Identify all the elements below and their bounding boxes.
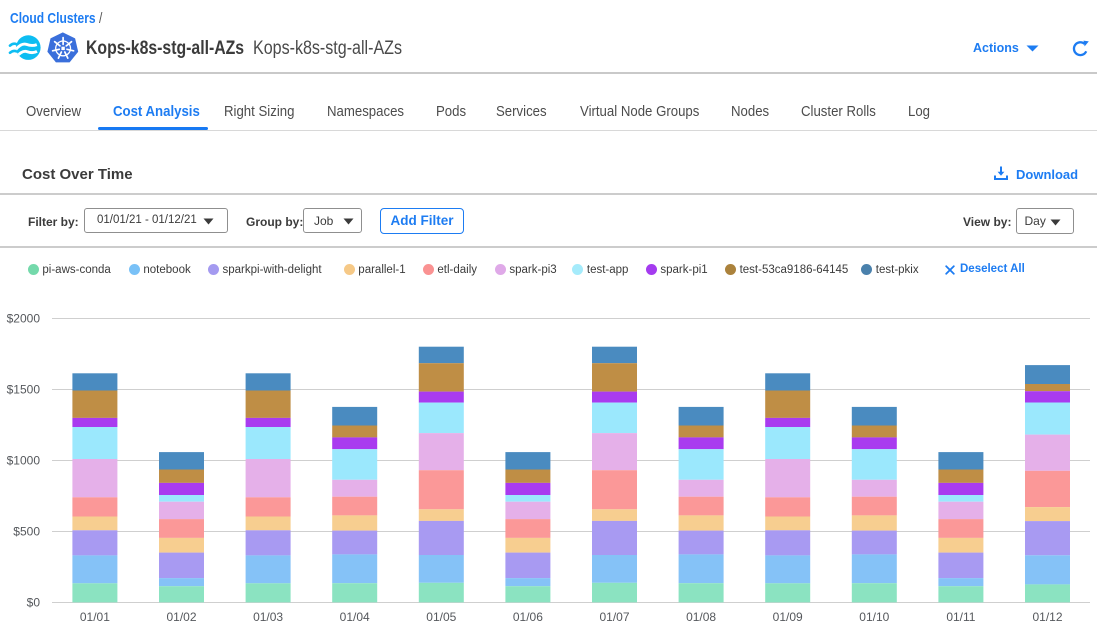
svg-text:01/01: 01/01 [80,610,110,624]
svg-text:01/06: 01/06 [513,610,543,624]
svg-text:01/12: 01/12 [1032,610,1062,624]
svg-text:01/10: 01/10 [859,610,889,624]
svg-text:$2000: $2000 [7,312,41,326]
svg-text:01/05: 01/05 [426,610,456,624]
svg-text:01/08: 01/08 [686,610,716,624]
svg-text:$500: $500 [13,525,40,539]
svg-text:$1500: $1500 [7,383,41,397]
svg-text:01/02: 01/02 [166,610,196,624]
svg-text:01/09: 01/09 [773,610,803,624]
svg-text:01/07: 01/07 [599,610,629,624]
svg-text:01/04: 01/04 [340,610,370,624]
svg-text:$0: $0 [27,596,41,610]
svg-text:01/11: 01/11 [946,610,975,624]
svg-text:$1000: $1000 [7,454,41,468]
svg-text:01/03: 01/03 [253,610,283,624]
